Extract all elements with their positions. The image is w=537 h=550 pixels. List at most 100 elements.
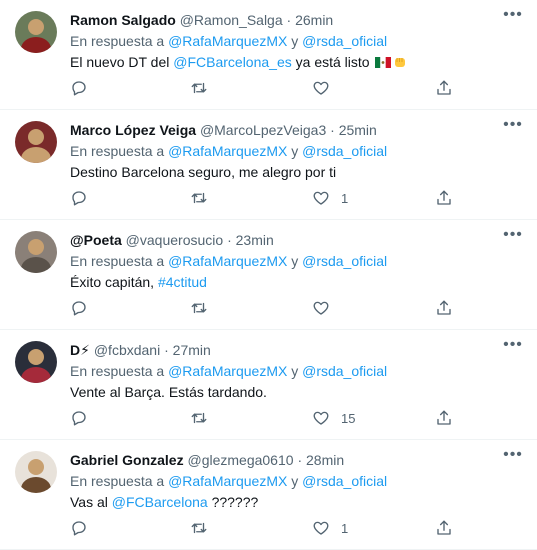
reply-button[interactable] — [70, 518, 99, 538]
retweet-button[interactable] — [190, 188, 219, 208]
more-icon[interactable]: ••• — [503, 337, 523, 356]
reply-button[interactable] — [70, 408, 99, 428]
user-handle[interactable]: @Ramon_Salga — [180, 12, 283, 28]
reply-button[interactable] — [70, 298, 99, 318]
share-button[interactable] — [435, 78, 453, 98]
tweet[interactable]: @Poeta @vaquerosucio · 23min ••• En resp… — [0, 220, 537, 330]
avatar[interactable] — [15, 121, 57, 163]
retweet-icon — [191, 522, 207, 534]
timestamp[interactable]: 25min — [339, 122, 377, 138]
reply-mention-rsda[interactable]: @rsda_oficial — [302, 143, 387, 159]
tweet-actions — [70, 78, 470, 98]
tweet-link[interactable]: @FCBarcelona — [112, 494, 208, 510]
user-handle[interactable]: @fcbxdani — [94, 342, 160, 358]
avatar[interactable] — [15, 341, 57, 383]
share-button[interactable] — [435, 408, 453, 428]
share-icon — [437, 300, 451, 315]
tweet[interactable]: Gabriel Gonzalez @glezmega0610 · 28min •… — [0, 440, 537, 550]
separator-dot: · — [330, 122, 335, 138]
like-button[interactable]: 1 — [312, 518, 348, 538]
reply-mention-rafamarquez[interactable]: @RafaMarquezMX — [168, 33, 287, 49]
display-name[interactable]: D⚡ — [70, 342, 90, 358]
reply-mention-rafamarquez[interactable]: @RafaMarquezMX — [168, 363, 287, 379]
more-icon[interactable]: ••• — [503, 447, 523, 466]
separator-dot: · — [286, 12, 292, 28]
like-button[interactable] — [312, 298, 341, 318]
more-icon[interactable]: ••• — [503, 227, 523, 246]
separator-dot: · — [227, 232, 232, 248]
timestamp[interactable]: 27min — [173, 342, 211, 358]
share-button[interactable] — [435, 188, 453, 208]
reply-mention-rsda[interactable]: @rsda_oficial — [302, 473, 387, 489]
reply-context: En respuesta a @RafaMarquezMX y @rsda_of… — [70, 472, 387, 490]
retweet-icon — [191, 82, 207, 94]
share-button[interactable] — [435, 518, 453, 538]
tweet-text: Vente al Barça. Estás tardando. — [70, 383, 267, 401]
tweet-actions: 1 — [70, 518, 470, 538]
tweet[interactable]: D⚡ @fcbxdani · 27min ••• En respuesta a … — [0, 330, 537, 440]
text-after: ?????? — [207, 494, 259, 510]
reply-icon — [72, 301, 86, 316]
timestamp[interactable]: 26min — [295, 12, 333, 28]
reply-button[interactable] — [70, 78, 99, 98]
heart-icon — [313, 81, 329, 95]
reply-prefix: En respuesta a — [70, 253, 165, 269]
display-name[interactable]: Gabriel Gonzalez — [70, 452, 184, 468]
reply-button[interactable] — [70, 188, 99, 208]
share-icon — [437, 520, 451, 535]
reply-context: En respuesta a @RafaMarquezMX y @rsda_of… — [70, 32, 387, 50]
tweet-header: D⚡ @fcbxdani · 27min — [70, 340, 497, 360]
like-button[interactable]: 1 — [312, 188, 348, 208]
more-icon[interactable]: ••• — [503, 7, 523, 26]
retweet-button[interactable] — [190, 518, 219, 538]
reply-icon — [72, 191, 86, 206]
heart-icon — [313, 191, 329, 205]
user-handle[interactable]: @vaquerosucio — [126, 232, 224, 248]
separator-dot: · — [297, 452, 303, 468]
retweet-button[interactable] — [190, 78, 219, 98]
tweet[interactable]: Ramon Salgado @Ramon_Salga · 26min ••• E… — [0, 0, 537, 110]
display-name[interactable]: Marco López Veiga — [70, 122, 196, 138]
tweet-header: @Poeta @vaquerosucio · 23min — [70, 230, 497, 250]
tweet-text: Destino Barcelona seguro, me alegro por … — [70, 163, 336, 181]
like-count: 1 — [341, 520, 349, 536]
like-button[interactable]: 15 — [312, 408, 355, 428]
text-before: Vente al Barça. Estás tardando. — [70, 384, 267, 400]
tweet-text: Vas al @FCBarcelona ?????? — [70, 493, 258, 511]
separator-dot: · — [164, 342, 169, 358]
reply-mention-rafamarquez[interactable]: @RafaMarquezMX — [168, 143, 287, 159]
reply-context: En respuesta a @RafaMarquezMX y @rsda_of… — [70, 142, 387, 160]
avatar[interactable] — [15, 231, 57, 273]
reply-prefix: En respuesta a — [70, 33, 165, 49]
tweet-link[interactable]: @FCBarcelona_es — [173, 54, 292, 70]
tweet[interactable]: Marco López Veiga @MarcoLpezVeiga3 · 25m… — [0, 110, 537, 220]
reply-joiner: y — [291, 33, 299, 49]
display-name[interactable]: @Poeta — [70, 232, 122, 248]
tweet-actions: 1 — [70, 188, 470, 208]
more-icon[interactable]: ••• — [503, 117, 523, 136]
tweet-link[interactable]: #4ctitud — [158, 274, 207, 290]
text-before: Éxito capitán, — [70, 274, 158, 290]
timestamp[interactable]: 23min — [236, 232, 274, 248]
avatar[interactable] — [15, 11, 57, 53]
user-handle[interactable]: @glezmega0610 — [187, 452, 293, 468]
reply-mention-rsda[interactable]: @rsda_oficial — [302, 363, 387, 379]
share-button[interactable] — [435, 298, 453, 318]
retweet-button[interactable] — [190, 298, 219, 318]
retweet-button[interactable] — [190, 408, 219, 428]
user-handle[interactable]: @MarcoLpezVeiga3 — [200, 122, 326, 138]
reply-prefix: En respuesta a — [70, 363, 165, 379]
reply-mention-rafamarquez[interactable]: @RafaMarquezMX — [168, 253, 287, 269]
display-name[interactable]: Ramon Salgado — [70, 12, 176, 28]
reply-joiner: y — [291, 363, 299, 379]
like-button[interactable] — [312, 78, 341, 98]
reply-mention-rafamarquez[interactable]: @RafaMarquezMX — [168, 473, 287, 489]
heart-icon — [313, 301, 329, 315]
reply-mention-rsda[interactable]: @rsda_oficial — [302, 33, 387, 49]
reply-mention-rsda[interactable]: @rsda_oficial — [302, 253, 387, 269]
timestamp[interactable]: 28min — [306, 452, 344, 468]
tweet-actions — [70, 298, 470, 318]
avatar[interactable] — [15, 451, 57, 493]
text-before: Vas al — [70, 494, 112, 510]
like-count: 15 — [341, 410, 356, 426]
